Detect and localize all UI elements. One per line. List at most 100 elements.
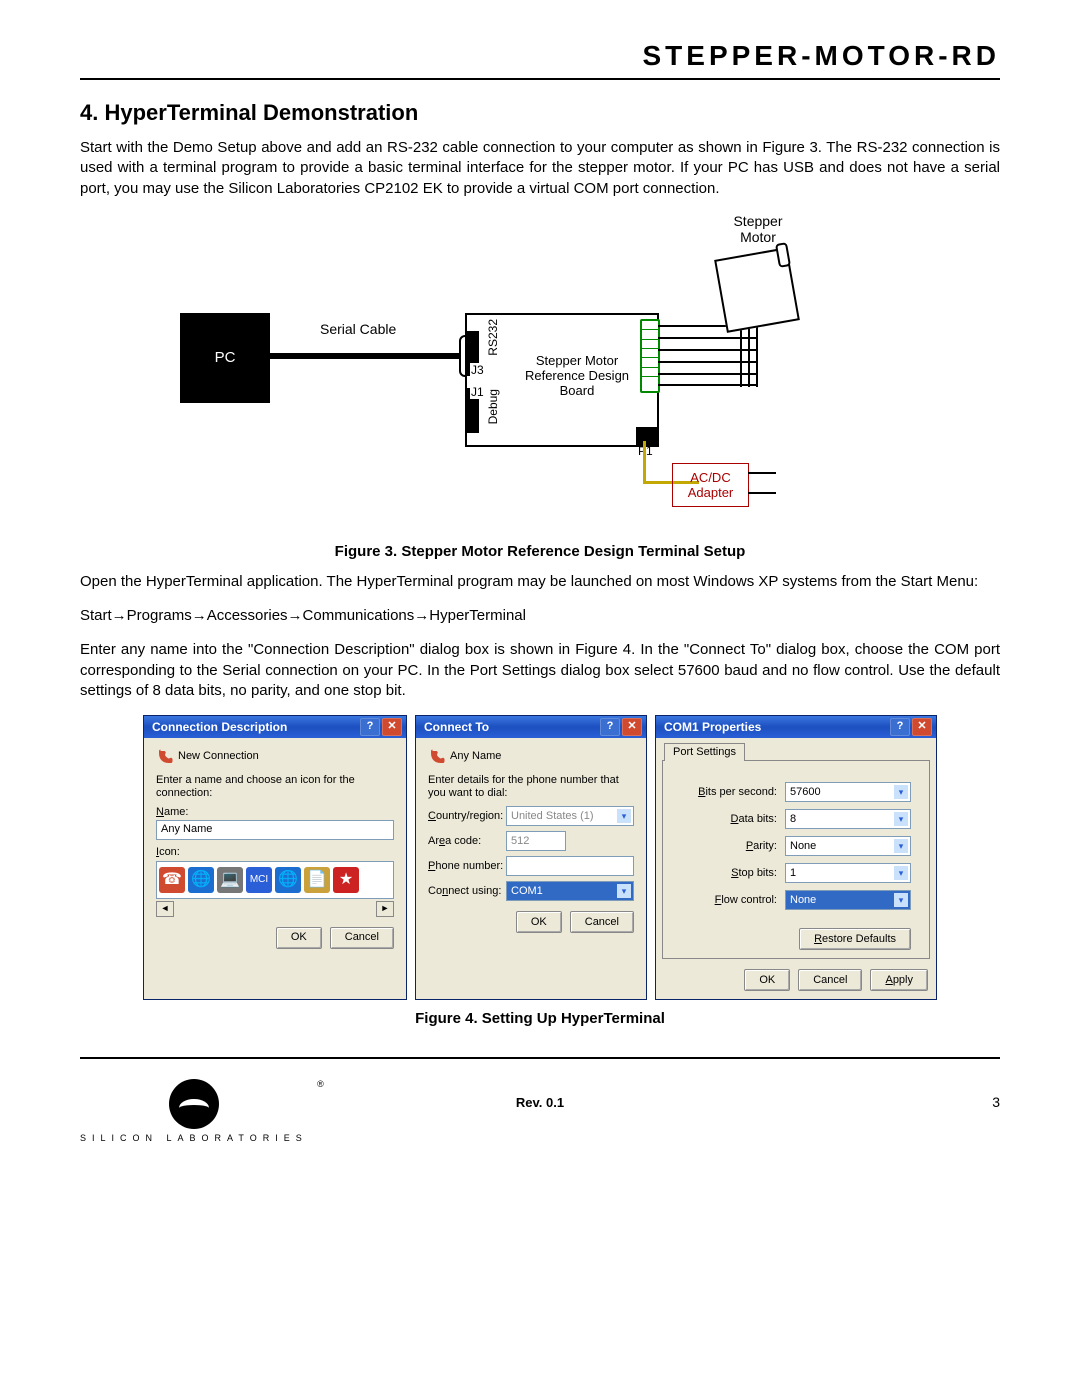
databits-select[interactable]: 8▾ — [785, 809, 911, 829]
dialog-title: Connection Description — [152, 720, 287, 734]
apply-button[interactable]: Apply — [870, 969, 928, 991]
globe-icon[interactable]: 🌐 — [188, 867, 214, 893]
area-code-label: Area code: — [428, 835, 506, 848]
document-icon[interactable]: 📄 — [304, 867, 330, 893]
acdc-label-l1: AC/DC — [673, 470, 748, 485]
silicon-labs-mark-icon — [169, 1079, 219, 1129]
plug-prong — [748, 472, 776, 474]
paragraph-1: Start with the Demo Setup above and add … — [80, 138, 1000, 199]
paragraph-2: Open the HyperTerminal application. The … — [80, 572, 1000, 592]
name-input[interactable]: Any Name — [156, 820, 394, 840]
dialog-titlebar[interactable]: Connection Description ? ✕ — [144, 716, 406, 738]
board-text-l2: Reference Design — [525, 368, 629, 383]
scroll-right-icon[interactable]: ► — [376, 901, 394, 917]
databits-label: Data bits: — [681, 813, 785, 826]
cancel-button[interactable]: Cancel — [330, 927, 394, 949]
icon-selector[interactable]: ☎ 🌐 💻 MCI 🌐 📄 ★ — [156, 861, 394, 899]
motor-label: Stepper Motor — [718, 213, 798, 245]
terminal-block-icon — [640, 319, 660, 393]
scroll-left-icon[interactable]: ◄ — [156, 901, 174, 917]
port-settings-panel: Bits per second: 57600▾ Data bits: 8▾ Pa… — [662, 760, 930, 959]
section-number: 4. — [80, 100, 98, 125]
cancel-button[interactable]: Cancel — [798, 969, 862, 991]
dialog-title: COM1 Properties — [664, 720, 761, 734]
connection-name-label: Any Name — [450, 750, 501, 763]
chevron-down-icon: ▾ — [894, 839, 908, 853]
ok-button[interactable]: OK — [276, 927, 322, 949]
help-button-icon[interactable]: ? — [890, 718, 910, 736]
p1-connector — [636, 427, 658, 445]
phone-icon[interactable]: ☎ — [159, 867, 185, 893]
restore-defaults-button[interactable]: Restore Defaults — [799, 928, 911, 950]
figure-4-dialogs: Connection Description ? ✕ New Connectio… — [80, 715, 1000, 1000]
board-text-l3: Board — [560, 383, 595, 398]
menu-path: Start→Programs→Accessories→Communication… — [80, 606, 1000, 626]
port-settings-tab[interactable]: Port Settings — [664, 743, 745, 761]
stopbits-label: Stop bits: — [681, 867, 785, 880]
plug-prong — [748, 492, 776, 494]
rs232-label: RS232 — [486, 319, 500, 356]
country-select[interactable]: United States (1)▾ — [506, 806, 634, 826]
chevron-down-icon: ▾ — [894, 893, 908, 907]
help-button-icon[interactable]: ? — [600, 718, 620, 736]
phone-label: Phone number: — [428, 860, 506, 873]
flow-select[interactable]: None▾ — [785, 890, 911, 910]
chevron-down-icon: ▾ — [617, 809, 631, 823]
connect-using-select[interactable]: COM1▾ — [506, 881, 634, 901]
power-wire — [643, 441, 646, 483]
close-button-icon[interactable]: ✕ — [622, 718, 642, 736]
star-icon[interactable]: ★ — [333, 867, 359, 893]
j3-label: J3 — [470, 363, 485, 377]
connect-to-dialog: Connect To ? ✕ Any Name Enter details fo… — [415, 715, 647, 1000]
connection-icon — [428, 748, 446, 766]
ok-button[interactable]: OK — [744, 969, 790, 991]
serial-cable-label: Serial Cable — [320, 321, 396, 337]
connection-icon — [156, 748, 174, 766]
dialog-titlebar[interactable]: COM1 Properties ? ✕ — [656, 716, 936, 738]
motor-wire — [658, 373, 758, 375]
silicon-labs-text: SILICON LABORATORIES — [80, 1133, 308, 1143]
name-input-value: Any Name — [161, 823, 212, 836]
ok-button[interactable]: OK — [516, 911, 562, 933]
j1-label: J1 — [470, 385, 485, 399]
bps-select[interactable]: 57600▾ — [785, 782, 911, 802]
registered-mark: ® — [317, 1079, 324, 1089]
instruction-text: Enter details for the phone number that … — [428, 774, 634, 800]
new-connection-label: New Connection — [178, 750, 259, 763]
paragraph-3: Enter any name into the "Connection Desc… — [80, 640, 1000, 701]
computer-icon[interactable]: 💻 — [217, 867, 243, 893]
page-number: 3 — [992, 1094, 1000, 1110]
close-button-icon[interactable]: ✕ — [382, 718, 402, 736]
parity-select[interactable]: None▾ — [785, 836, 911, 856]
close-button-icon[interactable]: ✕ — [912, 718, 932, 736]
motor-label-l1: Stepper — [733, 213, 782, 229]
chevron-down-icon: ▾ — [894, 812, 908, 826]
cancel-button[interactable]: Cancel — [570, 911, 634, 933]
page-footer: ® SILICON LABORATORIES Rev. 0.1 3 — [80, 1057, 1000, 1137]
dialog-titlebar[interactable]: Connect To ? ✕ — [416, 716, 646, 738]
pc-box: PC — [180, 313, 270, 403]
serial-cable-line — [270, 353, 465, 359]
stopbits-select[interactable]: 1▾ — [785, 863, 911, 883]
bps-label: Bits per second: — [681, 786, 785, 799]
revision-label: Rev. 0.1 — [516, 1095, 564, 1110]
motor-wire — [658, 349, 758, 351]
acdc-adapter-box: AC/DC Adapter — [672, 463, 749, 507]
phone-input[interactable] — [506, 856, 634, 876]
chevron-down-icon: ▾ — [894, 866, 908, 880]
flow-label: Flow control: — [681, 894, 785, 907]
dialog-title: Connect To — [424, 720, 489, 734]
doc-header-title: STEPPER-MOTOR-RD — [80, 40, 1000, 80]
help-button-icon[interactable]: ? — [360, 718, 380, 736]
pc-label: PC — [215, 349, 236, 366]
board-text-l1: Stepper Motor — [536, 353, 618, 368]
globe2-icon[interactable]: 🌐 — [275, 867, 301, 893]
connect-using-label: Connect using: — [428, 885, 506, 898]
country-label: Country/region: — [428, 810, 506, 823]
parity-label: Parity: — [681, 840, 785, 853]
motor-wire — [658, 384, 758, 386]
board-text: Stepper Motor Reference Design Board — [512, 353, 642, 398]
mci-icon[interactable]: MCI — [246, 867, 272, 893]
area-code-input[interactable]: 512 — [506, 831, 566, 851]
section-title: HyperTerminal Demonstration — [104, 100, 418, 125]
